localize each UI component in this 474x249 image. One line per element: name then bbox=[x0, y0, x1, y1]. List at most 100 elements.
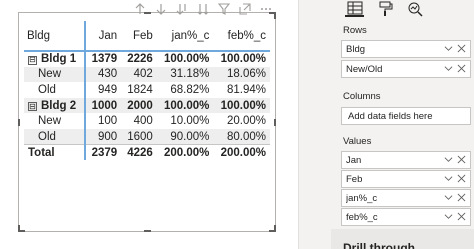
field-label: feb%_c bbox=[346, 211, 378, 223]
total-row: Total 2379 4226 200.00% 200.00% bbox=[24, 144, 270, 161]
value-cell: 200.00% bbox=[213, 144, 270, 161]
rows-field-bldg[interactable]: Bldg bbox=[341, 40, 471, 58]
close-icon[interactable] bbox=[457, 193, 468, 204]
collapse-icon[interactable]: ⊟ bbox=[28, 102, 37, 112]
value-cell: 949 bbox=[98, 83, 118, 96]
pane-gutter bbox=[299, 0, 331, 249]
rows-field-new-old[interactable]: New/Old bbox=[341, 60, 471, 78]
value-cell: 31.18% bbox=[156, 66, 214, 83]
row-label: New bbox=[24, 113, 86, 129]
value-cell: 90.00% bbox=[156, 128, 214, 145]
values-well-label: Values bbox=[343, 136, 372, 147]
value-cell: 18.06% bbox=[213, 66, 270, 83]
analytics-magnifier-icon[interactable] bbox=[405, 0, 424, 17]
close-icon[interactable] bbox=[457, 44, 468, 55]
value-cell: 68.82% bbox=[170, 83, 210, 96]
value-cell: 1600 bbox=[121, 128, 157, 145]
table-row: Old 949 1824 68.82% 81.94% bbox=[24, 82, 270, 98]
expand-all-icon[interactable] bbox=[194, 1, 211, 17]
value-cell: 100.00% bbox=[163, 53, 210, 66]
field-label: Bldg bbox=[346, 43, 366, 55]
resize-handle-corner-tr-v[interactable] bbox=[274, 12, 276, 19]
row-label: Old bbox=[24, 82, 86, 98]
value-cell: 2000 bbox=[121, 97, 157, 114]
chevron-down-icon[interactable] bbox=[444, 64, 455, 75]
pane-tabs bbox=[345, 0, 424, 20]
resize-handle-corner-bl-v[interactable] bbox=[18, 225, 20, 232]
visualizations-pane: Rows Bldg New/Old Columns Add data field… bbox=[331, 0, 474, 249]
rows-well-label: Rows bbox=[343, 25, 367, 36]
column-header-bldg[interactable]: Bldg bbox=[24, 21, 86, 51]
row-label: Old bbox=[24, 128, 86, 145]
value-cell: 430 bbox=[84, 66, 122, 83]
fields-tab-icon[interactable] bbox=[345, 0, 364, 17]
columns-well-label: Columns bbox=[343, 91, 381, 102]
matrix-visual[interactable]: Bldg Jan Feb jan%_c feb%_c ⊟ Bldg 1 1379 … bbox=[18, 3, 276, 232]
matrix-table: Bldg Jan Feb jan%_c feb%_c ⊟ Bldg 1 1379 … bbox=[24, 21, 270, 161]
row-label: Bldg 2 bbox=[41, 99, 77, 112]
value-cell: 1824 bbox=[127, 83, 153, 96]
filter-icon[interactable] bbox=[215, 1, 232, 17]
close-icon[interactable] bbox=[457, 155, 468, 166]
focus-mode-icon[interactable] bbox=[236, 1, 253, 17]
column-header-jan-pct[interactable]: jan%_c bbox=[157, 21, 214, 51]
table-row: ⊟ Bldg 1 1379 2226 100.00% 100.00% bbox=[24, 51, 270, 67]
chevron-down-icon[interactable] bbox=[444, 174, 455, 185]
value-cell: 100.00% bbox=[220, 53, 266, 66]
value-cell: 10.00% bbox=[170, 115, 210, 128]
chevron-down-icon[interactable] bbox=[444, 212, 455, 223]
resize-handle-bottom[interactable] bbox=[144, 230, 151, 232]
go-next-level-icon[interactable] bbox=[173, 1, 190, 17]
value-cell: 81.94% bbox=[226, 83, 266, 96]
value-cell: 2379 bbox=[84, 144, 122, 161]
visual-header bbox=[131, 1, 274, 17]
column-header-feb-pct[interactable]: feb%_c bbox=[213, 21, 270, 51]
matrix-header-row: Bldg Jan Feb jan%_c feb%_c bbox=[24, 21, 270, 51]
collapse-icon[interactable]: ⊟ bbox=[28, 55, 37, 65]
values-field-jan[interactable]: Jan bbox=[341, 151, 471, 169]
format-paint-roller-icon[interactable] bbox=[375, 0, 394, 17]
more-options-icon[interactable] bbox=[257, 1, 274, 17]
chevron-down-icon[interactable] bbox=[444, 44, 455, 55]
table-row: ⊟ Bldg 2 1000 2000 100.00% 100.00% bbox=[24, 97, 270, 114]
resize-handle-corner-br-v[interactable] bbox=[274, 225, 276, 232]
chevron-down-icon[interactable] bbox=[444, 193, 455, 204]
chevron-down-icon[interactable] bbox=[444, 155, 455, 166]
column-header-jan[interactable]: Jan bbox=[85, 21, 122, 51]
row-header-cell[interactable]: ⊟ Bldg 2 bbox=[24, 97, 86, 114]
value-cell: 100 bbox=[98, 115, 118, 128]
field-label: Jan bbox=[346, 154, 362, 166]
field-label: New/Old bbox=[346, 63, 383, 75]
field-label: jan%_c bbox=[346, 192, 378, 204]
value-cell: 1379 bbox=[91, 53, 118, 66]
close-icon[interactable] bbox=[457, 174, 468, 185]
values-field-feb-pct[interactable]: feb%_c bbox=[341, 208, 471, 226]
value-cell: 1000 bbox=[84, 97, 122, 114]
column-header-feb[interactable]: Feb bbox=[121, 21, 157, 51]
table-row: New 430 402 31.18% 18.06% bbox=[24, 66, 270, 83]
value-cell: 100.00% bbox=[213, 97, 270, 114]
drill-up-icon[interactable] bbox=[131, 1, 148, 17]
table-row: Old 900 1600 90.00% 80.00% bbox=[24, 128, 270, 145]
columns-drop-zone[interactable]: Add data fields here bbox=[341, 107, 471, 125]
close-icon[interactable] bbox=[457, 64, 468, 75]
values-field-feb[interactable]: Feb bbox=[341, 170, 471, 188]
table-row: New 100 400 10.00% 20.00% bbox=[24, 113, 270, 129]
value-cell: 200.00% bbox=[156, 144, 214, 161]
resize-handle-right[interactable] bbox=[274, 119, 276, 126]
value-cell: 20.00% bbox=[226, 115, 266, 128]
value-cell: 2226 bbox=[127, 53, 153, 66]
value-cell: 100.00% bbox=[156, 97, 214, 114]
values-field-jan-pct[interactable]: jan%_c bbox=[341, 189, 471, 207]
value-cell: 900 bbox=[84, 128, 122, 145]
value-cell: 4226 bbox=[121, 144, 157, 161]
resize-handle-left[interactable] bbox=[18, 119, 20, 126]
field-label: Feb bbox=[346, 173, 363, 185]
drill-down-icon[interactable] bbox=[152, 1, 169, 17]
drill-through-heading[interactable]: Drill through bbox=[343, 241, 415, 249]
value-cell: 400 bbox=[133, 115, 153, 128]
close-icon[interactable] bbox=[457, 212, 468, 223]
row-label: Bldg 1 bbox=[41, 53, 77, 66]
value-cell: 402 bbox=[121, 66, 157, 83]
row-header-cell[interactable]: ⊟ Bldg 1 bbox=[24, 51, 86, 67]
